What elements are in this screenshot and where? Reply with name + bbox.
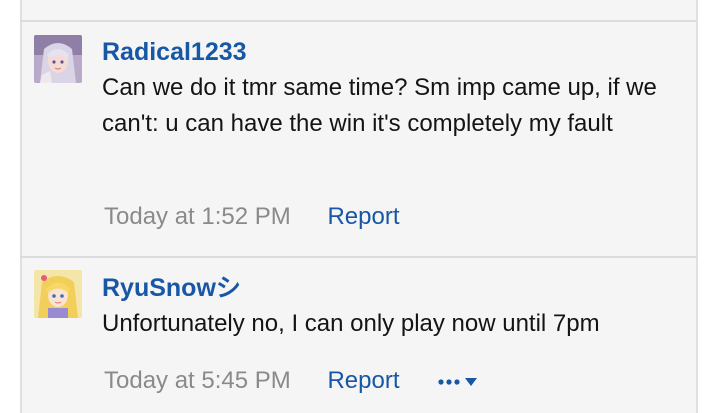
divider <box>20 20 698 22</box>
post-meta: Today at 1:52 PM Report <box>104 202 400 232</box>
timestamp[interactable]: Today at 1:52 PM <box>104 203 291 230</box>
avatar-image-icon <box>34 35 82 83</box>
post-meta: Today at 5:45 PM Report <box>104 366 480 396</box>
more-options-icon[interactable] <box>436 374 480 390</box>
username-link[interactable]: RyuSnowシ <box>102 273 241 303</box>
report-link[interactable]: Report <box>327 367 399 394</box>
avatar[interactable] <box>34 270 82 318</box>
avatar-image-icon <box>34 270 82 318</box>
avatar[interactable] <box>34 35 82 83</box>
divider <box>20 256 698 258</box>
timestamp[interactable]: Today at 5:45 PM <box>104 367 291 394</box>
message-text: Unfortunately no, I can only play now un… <box>102 310 600 337</box>
report-link[interactable]: Report <box>327 203 399 230</box>
message-text: Can we do it tmr same time? Sm imp came … <box>102 74 657 137</box>
username-link[interactable]: Radical1233 <box>102 37 247 67</box>
